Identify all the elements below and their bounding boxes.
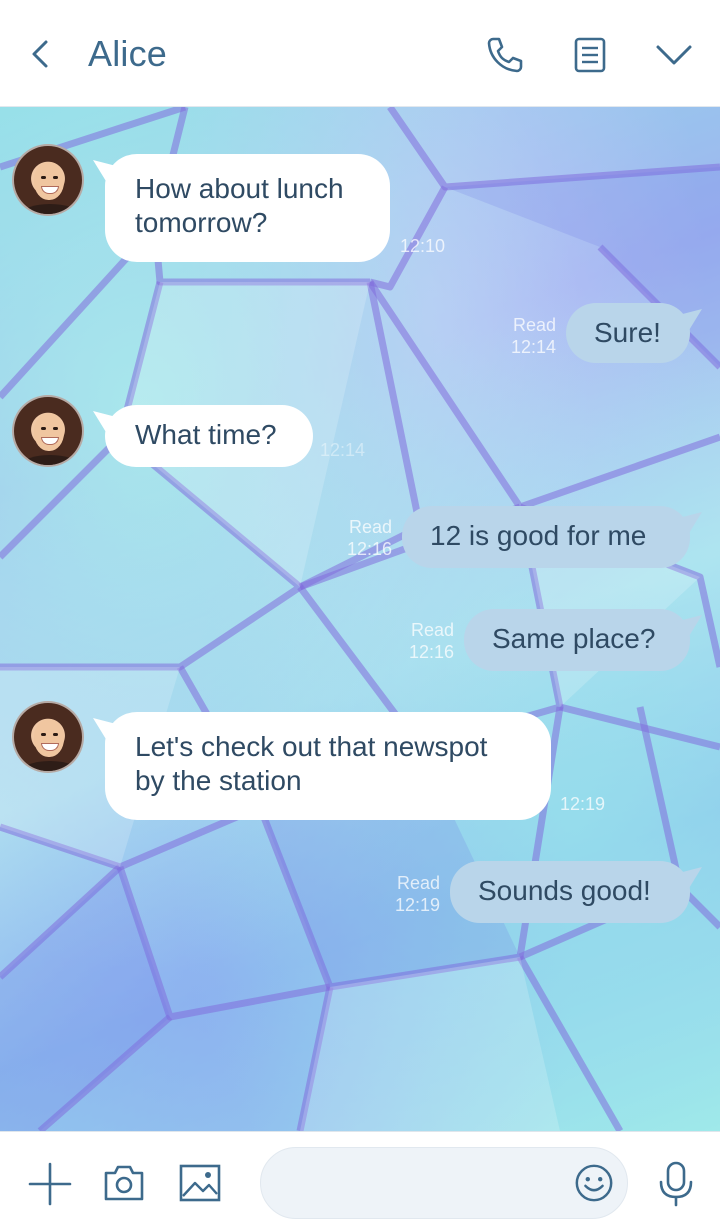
message-meta: 12:19: [560, 793, 605, 815]
avatar-eye: [53, 733, 58, 736]
avatar-eye: [53, 176, 58, 179]
message-time: 12:16: [346, 539, 392, 559]
image-icon[interactable]: [178, 1163, 222, 1203]
read-status: Read: [396, 873, 440, 893]
message-meta: Read 12:14: [490, 314, 556, 358]
camera-icon[interactable]: [102, 1163, 146, 1203]
message-input[interactable]: [285, 1166, 569, 1202]
avatar-face: [34, 162, 64, 200]
chat-header: Alice: [0, 0, 720, 107]
read-status: Read: [348, 517, 392, 537]
message-input-container[interactable]: [260, 1147, 628, 1219]
message-meta: 12:14: [320, 439, 365, 461]
message-text: How about lunch tomorrow?: [135, 173, 344, 238]
avatar-face: [34, 719, 64, 757]
chat-area[interactable]: How about lunch tomorrow? 12:10 Read 12:…: [0, 107, 720, 1131]
emoji-icon[interactable]: [573, 1162, 615, 1204]
phone-icon[interactable]: [484, 34, 526, 76]
message-text: What time?: [135, 419, 277, 450]
message-meta: Read 12:16: [388, 619, 454, 663]
read-status: Read: [512, 315, 556, 335]
message-bubble-incoming[interactable]: What time?: [105, 405, 313, 467]
message-bubble-incoming[interactable]: How about lunch tomorrow?: [105, 154, 390, 262]
message-bubble-incoming[interactable]: Let's check out that newspot by the stat…: [105, 712, 551, 820]
message-time: 12:19: [394, 895, 440, 915]
message-time: 12:14: [320, 440, 366, 460]
avatar-eye: [41, 733, 46, 736]
compose-bar: [0, 1131, 720, 1232]
message-bubble-outgoing[interactable]: Same place?: [464, 609, 690, 671]
message-text: Sounds good!: [478, 875, 651, 906]
contact-name[interactable]: Alice: [88, 33, 167, 75]
avatar-eye: [41, 427, 46, 430]
message-text: Let's check out that newspot by the stat…: [135, 731, 488, 796]
back-chevron-icon[interactable]: [26, 36, 56, 72]
message-bubble-outgoing[interactable]: Sure!: [566, 303, 690, 363]
message-text: 12 is good for me: [430, 520, 647, 551]
contact-avatar[interactable]: [12, 701, 84, 773]
read-status: Read: [410, 620, 454, 640]
message-meta: Read 12:16: [326, 516, 392, 560]
message-time: 12:10: [400, 236, 446, 256]
message-time: 12:19: [560, 794, 606, 814]
avatar-eye: [53, 427, 58, 430]
message-text: Sure!: [594, 317, 661, 348]
message-bubble-outgoing[interactable]: Sounds good!: [450, 861, 690, 923]
contact-avatar[interactable]: [12, 395, 84, 467]
avatar-eye: [41, 176, 46, 179]
notes-icon[interactable]: [570, 35, 610, 75]
message-meta: Read 12:19: [374, 872, 440, 916]
message-meta: 12:10: [400, 235, 445, 257]
message-text: Same place?: [492, 623, 656, 654]
chevron-down-icon[interactable]: [652, 38, 696, 72]
avatar-face: [34, 413, 64, 451]
message-time: 12:16: [408, 642, 454, 662]
plus-icon[interactable]: [28, 1162, 72, 1206]
message-time: 12:14: [510, 337, 556, 357]
message-bubble-outgoing[interactable]: 12 is good for me: [402, 506, 690, 568]
contact-avatar[interactable]: [12, 144, 84, 216]
microphone-icon[interactable]: [656, 1160, 696, 1208]
